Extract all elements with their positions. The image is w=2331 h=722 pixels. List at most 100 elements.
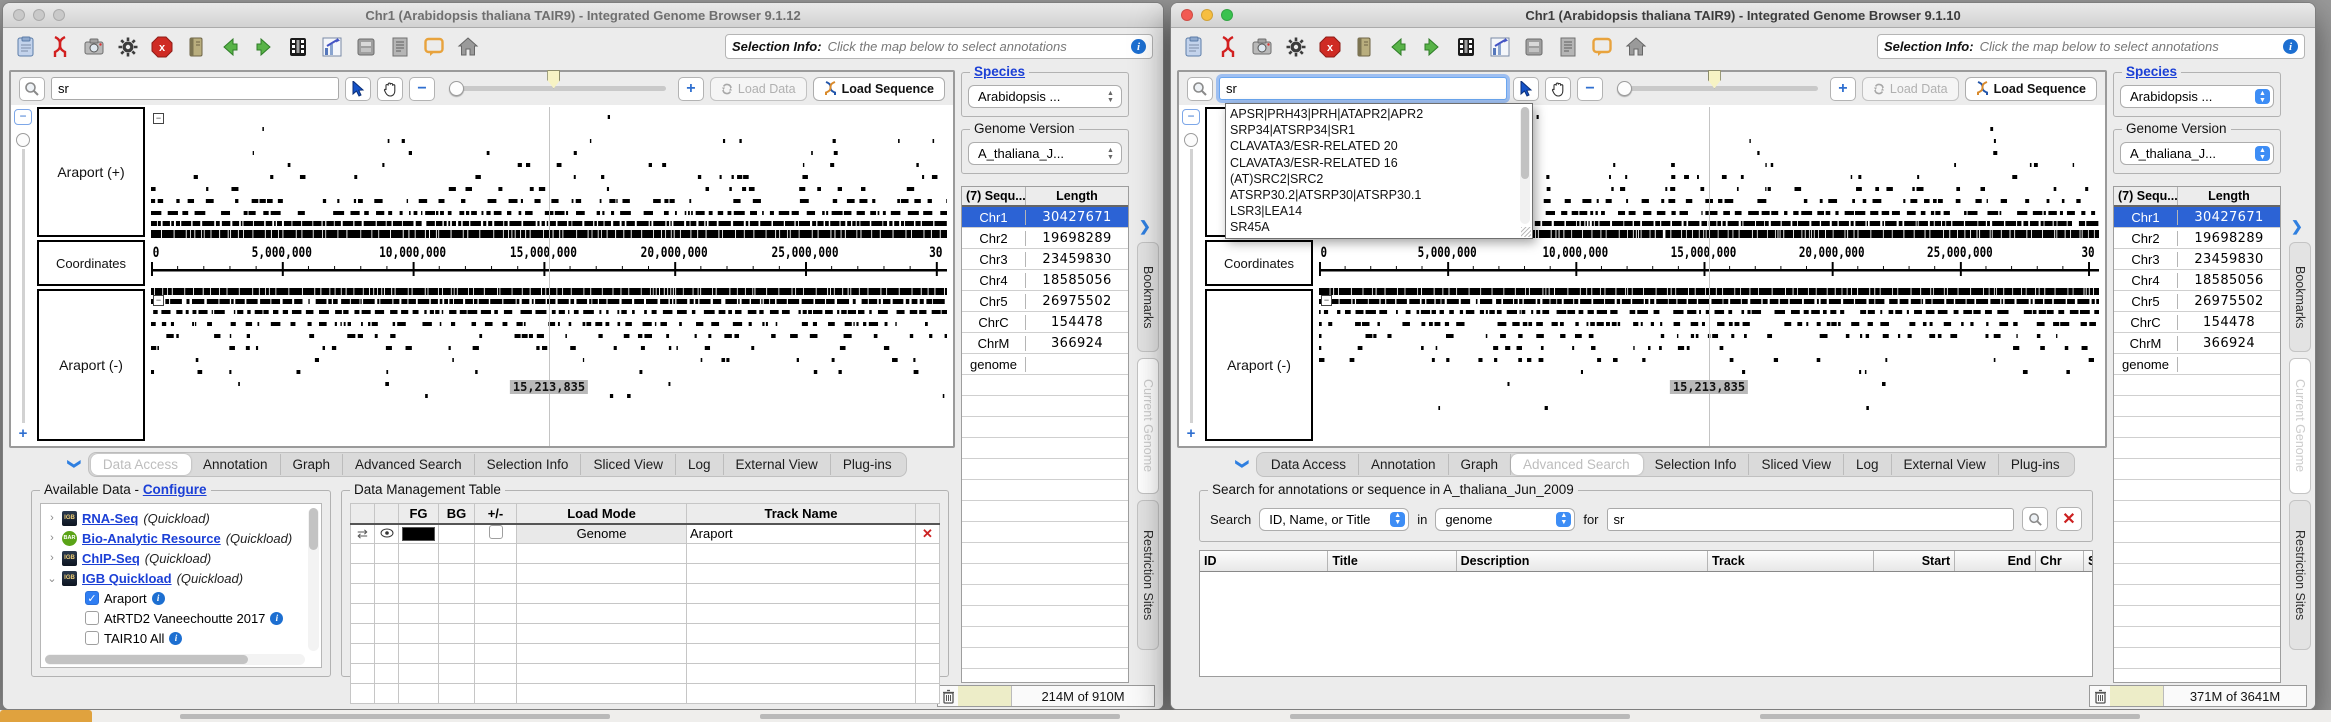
zoom-out-button[interactable]: −: [1577, 77, 1603, 101]
zoom-in-button[interactable]: +: [678, 77, 704, 101]
tree-horizontal-scrollbar[interactable]: [45, 654, 305, 665]
tab-selection-info[interactable]: Selection Info: [475, 454, 582, 475]
preferences-gear-icon[interactable]: [115, 34, 140, 59]
sequence-row-Chr1[interactable]: Chr130427671: [962, 207, 1128, 228]
sequence-row-ChrC[interactable]: ChrC154478: [962, 312, 1128, 333]
suggestions-scrollbar[interactable]: [1520, 107, 1530, 224]
collapse-tabs-icon[interactable]: ❯: [66, 459, 82, 470]
sequence-column-header[interactable]: (7) Sequ...: [962, 187, 1026, 205]
dna-sequence-icon[interactable]: [47, 34, 72, 59]
advanced-search-query-input[interactable]: [1607, 508, 2015, 531]
species-link[interactable]: Species: [2126, 64, 2177, 79]
foreground-color-cell[interactable]: [399, 524, 439, 544]
side-tab-restriction-sites[interactable]: Restriction Sites: [1137, 500, 1159, 650]
load-mode-cell[interactable]: Genome: [517, 524, 687, 544]
result-column-chr[interactable]: Chr: [2036, 551, 2084, 571]
film-strip-icon[interactable]: [285, 34, 310, 59]
camera-export-icon[interactable]: [1249, 34, 1274, 59]
dataset-checkbox[interactable]: [85, 631, 99, 645]
load-sequence-button[interactable]: Load Sequence: [1965, 77, 2097, 101]
vertical-zoom-in-button[interactable]: +: [19, 425, 28, 442]
expand-side-panel-icon[interactable]: ❯: [2291, 218, 2303, 235]
expander-icon[interactable]: ›: [47, 552, 57, 564]
sequence-row-Chr2[interactable]: Chr219698289: [962, 228, 1128, 249]
stop-icon[interactable]: x: [149, 34, 174, 59]
genome-version-selector[interactable]: A_thaliana_J... ▲▼: [968, 142, 1122, 165]
track-label-araport-plus[interactable]: Araport (+): [37, 107, 145, 237]
refresh-icon[interactable]: ⇄: [351, 524, 375, 544]
sequence-row-Chr5[interactable]: Chr526975502: [2114, 291, 2280, 312]
load-data-button[interactable]: Load Data: [1862, 77, 1959, 101]
suggestion-item[interactable]: CLAVATA3/ESR-RELATED 16: [1230, 155, 1518, 171]
tab-annotation[interactable]: Annotation: [191, 454, 281, 475]
tab-plug-ins[interactable]: Plug-ins: [831, 454, 904, 475]
resize-grip[interactable]: [1521, 227, 1531, 237]
result-column-start[interactable]: Start: [1874, 551, 1955, 571]
suggestion-item[interactable]: CLAVATA3/ESR-RELATED 20: [1230, 138, 1518, 154]
genome-search-input[interactable]: [51, 77, 339, 100]
data-source-link[interactable]: IGB Quickload: [82, 571, 172, 586]
data-source-link[interactable]: RNA-Seq: [82, 511, 138, 526]
vertical-zoom-out-button[interactable]: −: [1182, 109, 1200, 125]
tab-graph[interactable]: Graph: [281, 454, 344, 475]
vertical-zoom-out-button[interactable]: −: [14, 109, 32, 125]
species-selector[interactable]: Arabidopsis ... ▲▼: [968, 85, 1122, 108]
zoom-slider[interactable]: [1609, 77, 1824, 101]
sequence-row-Chr2[interactable]: Chr219698289: [2114, 228, 2280, 249]
track-name-cell[interactable]: Araport: [687, 524, 916, 544]
vertical-zoom-thumb[interactable]: [16, 133, 30, 147]
notes-list-icon[interactable]: [1555, 34, 1580, 59]
result-column-end[interactable]: End: [1955, 551, 2036, 571]
sequence-row-ChrM[interactable]: ChrM366924: [962, 333, 1128, 354]
dataset-row[interactable]: ✓Araporti: [47, 588, 307, 608]
home-icon[interactable]: [455, 34, 480, 59]
delete-track-icon[interactable]: ✕: [916, 524, 940, 544]
collapse-track-icon[interactable]: −: [1321, 295, 1332, 306]
select-cursor-button[interactable]: [345, 77, 371, 101]
genome-search-input[interactable]: [1219, 77, 1507, 100]
zoom-slider-thumb[interactable]: [449, 81, 464, 96]
tab-advanced-search[interactable]: Advanced Search: [1511, 454, 1643, 475]
clear-search-button[interactable]: ✕: [2056, 507, 2082, 531]
open-file-icon[interactable]: [13, 34, 38, 59]
info-icon[interactable]: i: [270, 612, 283, 625]
vertical-zoom-slider[interactable]: − +: [1179, 105, 1203, 446]
sequence-row-ChrM[interactable]: ChrM366924: [2114, 333, 2280, 354]
search-icon-button[interactable]: [19, 77, 45, 101]
slides-icon[interactable]: [1521, 34, 1546, 59]
feedback-bubble-icon[interactable]: [1589, 34, 1614, 59]
graph-report-icon[interactable]: [1487, 34, 1512, 59]
tab-log[interactable]: Log: [1844, 454, 1892, 475]
species-link[interactable]: Species: [974, 64, 1025, 79]
suggestion-item[interactable]: LSR3|LEA14: [1230, 203, 1518, 219]
info-icon[interactable]: i: [169, 632, 182, 645]
vertical-zoom-thumb[interactable]: [1184, 133, 1198, 147]
suggestion-item[interactable]: (AT)SRC2|SRC2: [1230, 171, 1518, 187]
tab-sliced-view[interactable]: Sliced View: [1749, 454, 1844, 475]
visibility-eye-icon[interactable]: [375, 524, 399, 544]
sequence-row-Chr5[interactable]: Chr526975502: [962, 291, 1128, 312]
collapse-track-icon[interactable]: −: [153, 113, 164, 124]
result-column-strand[interactable]: Strand: [2084, 551, 2092, 571]
side-tab-current-genome[interactable]: Current Genome: [2289, 358, 2311, 494]
data-source-row[interactable]: ›BARBio-Analytic Resource (Quickload): [47, 528, 307, 548]
back-icon[interactable]: [1385, 34, 1410, 59]
visibility-column-header[interactable]: [375, 504, 399, 524]
load-sequence-button[interactable]: Load Sequence: [813, 77, 945, 101]
forward-icon[interactable]: [1419, 34, 1444, 59]
load-data-button[interactable]: Load Data: [710, 77, 807, 101]
length-column-header[interactable]: Length: [1026, 187, 1128, 205]
result-column-description[interactable]: Description: [1457, 551, 1708, 571]
zoom-out-button[interactable]: −: [409, 77, 435, 101]
data-source-row[interactable]: ⌄IGBIGB Quickload (Quickload): [47, 568, 307, 588]
suggestion-item[interactable]: ATSRP30.2|ATSRP30|ATSRP30.1: [1230, 187, 1518, 203]
tab-graph[interactable]: Graph: [1449, 454, 1512, 475]
sequence-row-Chr4[interactable]: Chr418585056: [2114, 270, 2280, 291]
tab-log[interactable]: Log: [676, 454, 724, 475]
suggestion-item[interactable]: APSR|PRH43|PRH|ATAPR2|APR2: [1230, 106, 1518, 122]
zoom-slider-thumb[interactable]: [1617, 81, 1632, 96]
zoom-slider[interactable]: [441, 77, 672, 101]
configure-link[interactable]: Configure: [143, 482, 207, 497]
stop-icon[interactable]: x: [1317, 34, 1342, 59]
collapse-track-icon[interactable]: −: [153, 295, 164, 306]
